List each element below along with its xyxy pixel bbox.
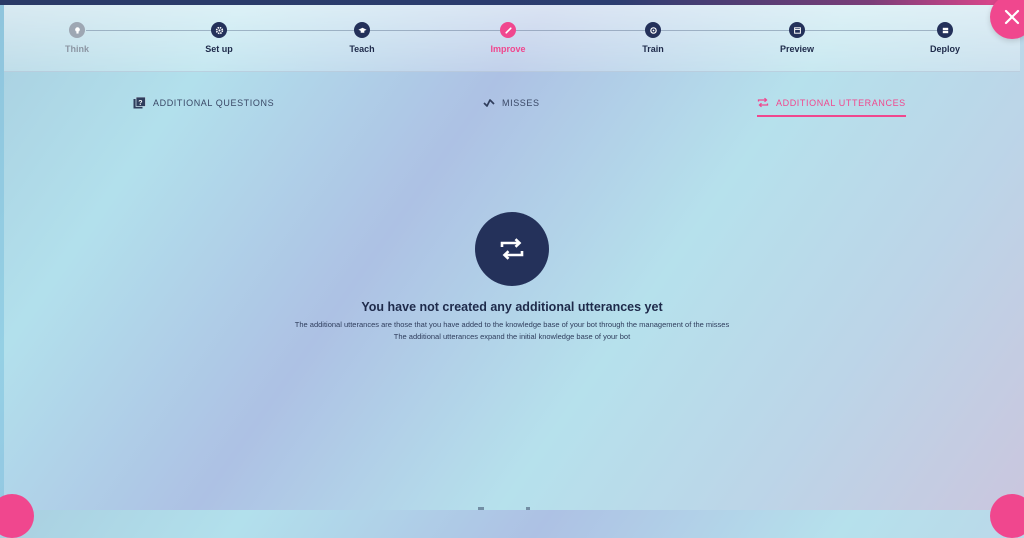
step-preview[interactable]: Preview: [757, 22, 837, 54]
bottom-indicator: [478, 507, 530, 510]
tab-additional-questions[interactable]: ? ADDITIONAL QUESTIONS: [133, 90, 274, 116]
step-label: Set up: [205, 44, 233, 54]
step-train[interactable]: Train: [613, 22, 693, 54]
pencil-icon: [500, 22, 516, 38]
lightbulb-icon: [69, 22, 85, 38]
step-label: Deploy: [929, 44, 960, 54]
step-improve[interactable]: Improve: [468, 22, 548, 54]
browser-icon: [789, 22, 805, 38]
tab-misses[interactable]: MISSES: [483, 90, 540, 116]
misses-chart-icon: [483, 99, 495, 107]
step-label: Improve: [490, 44, 526, 54]
svg-text:?: ?: [138, 100, 143, 107]
empty-state-badge: [475, 212, 549, 286]
repeat-icon: [500, 238, 524, 260]
question-book-icon: ?: [133, 97, 146, 109]
step-label: Teach: [349, 44, 375, 54]
step-label: Train: [642, 44, 664, 54]
step-label: Preview: [779, 44, 815, 54]
tab-additional-utterances[interactable]: ADDITIONAL UTTERANCES: [757, 90, 906, 117]
step-deploy[interactable]: Deploy: [905, 22, 985, 54]
empty-state-description: The additional utterances are those that…: [0, 319, 1024, 342]
previous-step-button[interactable]: [0, 494, 34, 538]
tab-label: MISSES: [502, 98, 540, 108]
step-think[interactable]: Think: [37, 22, 117, 54]
brain-icon: [645, 22, 661, 38]
step-teach[interactable]: Teach: [322, 22, 402, 54]
graduation-cap-icon: [354, 22, 370, 38]
empty-state-title: You have not created any additional utte…: [361, 300, 663, 314]
close-icon: [1004, 9, 1020, 25]
tab-label: ADDITIONAL UTTERANCES: [776, 97, 906, 108]
repeat-icon: [757, 97, 769, 108]
empty-state-line-1: The additional utterances are those that…: [294, 320, 730, 329]
empty-state: You have not created any additional utte…: [0, 212, 1024, 342]
server-icon: [937, 22, 953, 38]
next-step-button[interactable]: [990, 494, 1024, 538]
step-label: Think: [65, 44, 89, 54]
step-setup[interactable]: Set up: [179, 22, 259, 54]
empty-state-line-2: The additional utterances expand the ini…: [393, 331, 631, 341]
tab-label: ADDITIONAL QUESTIONS: [153, 98, 275, 108]
gear-icon: [211, 22, 227, 38]
wizard-stepper: Think Set up Teach Improve Train Preview: [4, 5, 1020, 72]
improve-tabs: ? ADDITIONAL QUESTIONS MISSES ADDITIONAL…: [0, 90, 1024, 120]
